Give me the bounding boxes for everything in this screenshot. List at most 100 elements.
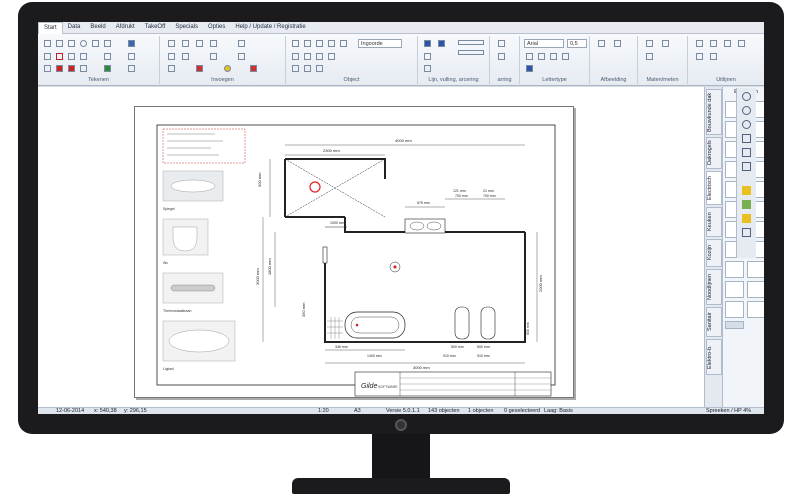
insert-mark-icon[interactable] — [196, 65, 203, 72]
line-icon[interactable] — [56, 40, 63, 47]
offset-icon[interactable] — [304, 65, 311, 72]
layer-icon[interactable] — [742, 186, 751, 195]
zoom-width-icon[interactable] — [742, 148, 751, 157]
font-size-select[interactable]: 0,5 — [567, 39, 587, 48]
align-right-icon[interactable] — [724, 40, 731, 47]
zoom-fit-icon[interactable] — [742, 120, 751, 129]
tab-data[interactable]: Data — [63, 22, 86, 34]
drawing-canvas[interactable]: Spiegel Wc Thermostaatkraan Ligbad 4000 … — [38, 87, 704, 407]
trim-icon[interactable] — [316, 65, 323, 72]
insert-picture-icon[interactable] — [238, 40, 245, 47]
polygon-icon[interactable] — [92, 40, 99, 47]
measure-icon[interactable] — [80, 65, 87, 72]
line-style-select[interactable]: Ingoorde — [358, 39, 402, 48]
symbol-x-icon[interactable] — [725, 281, 744, 298]
align-icon[interactable] — [316, 53, 323, 60]
arrow-end-icon[interactable] — [498, 53, 505, 60]
curve-icon[interactable] — [104, 40, 111, 47]
tab-specials[interactable]: Specials — [170, 22, 203, 34]
pointer-icon[interactable] — [44, 40, 51, 47]
transparency-icon[interactable] — [424, 65, 431, 72]
arc-icon[interactable] — [104, 53, 111, 60]
arrow-start-icon[interactable] — [498, 40, 505, 47]
align-bottom-icon[interactable] — [710, 53, 717, 60]
insert-label-icon[interactable] — [210, 53, 217, 60]
mirror-icon[interactable] — [304, 53, 311, 60]
drawing-sheet[interactable]: Spiegel Wc Thermostaatkraan Ligbad 4000 … — [134, 106, 574, 398]
insert-note-icon[interactable] — [168, 53, 175, 60]
insert-grid-icon[interactable] — [182, 53, 189, 60]
ortho-icon[interactable] — [742, 228, 751, 237]
delete-icon[interactable] — [250, 65, 257, 72]
insert-text-icon[interactable] — [168, 40, 175, 47]
tab-electrisch[interactable]: Electrisch — [706, 171, 722, 205]
rotate-icon[interactable] — [292, 53, 299, 60]
zoom-in-icon[interactable] — [742, 92, 751, 101]
align-top-icon[interactable] — [738, 40, 745, 47]
angle-icon[interactable] — [646, 53, 653, 60]
align-middle-icon[interactable] — [696, 53, 703, 60]
pan-icon[interactable] — [742, 162, 751, 171]
distribute-icon[interactable] — [328, 53, 335, 60]
smiley-icon[interactable] — [224, 65, 231, 72]
tab-sanitair[interactable]: Sanitair — [706, 307, 722, 337]
insert-table-icon[interactable] — [182, 40, 189, 47]
select-icon[interactable] — [44, 65, 51, 72]
tab-start[interactable]: Start — [38, 22, 63, 34]
hatch-pattern-icon[interactable] — [424, 53, 431, 60]
wall-icon[interactable] — [56, 53, 63, 60]
stairs-icon[interactable] — [128, 53, 135, 60]
snap-icon[interactable] — [742, 200, 751, 209]
grid-icon[interactable] — [742, 214, 751, 223]
plan-sink[interactable] — [404, 218, 446, 234]
window-icon[interactable] — [80, 53, 87, 60]
door-icon[interactable] — [68, 53, 75, 60]
image-icon[interactable] — [128, 65, 135, 72]
group-icon[interactable] — [292, 40, 299, 47]
tab-keuken[interactable]: Keuken — [706, 207, 722, 237]
plan-bathtub[interactable] — [344, 311, 406, 339]
tab-beeld[interactable]: Beeld — [85, 22, 110, 34]
tab-noodlijnen[interactable]: Noodlijnen — [706, 269, 722, 305]
zoom-page-icon[interactable] — [742, 134, 751, 143]
selected-light-marker[interactable] — [309, 181, 321, 193]
ungroup-icon[interactable] — [304, 40, 311, 47]
plan-wc-1[interactable] — [454, 306, 470, 340]
insert-frame-icon[interactable] — [168, 65, 175, 72]
symbol-arrow-icon[interactable] — [747, 281, 764, 298]
tab-afdrukt[interactable]: Afdrukt — [111, 22, 140, 34]
tab-dakrogels[interactable]: Dakrogels — [706, 137, 722, 169]
marker-icon[interactable] — [68, 65, 75, 72]
insert-arrow-icon[interactable] — [238, 53, 245, 60]
symbol-clock-icon[interactable] — [725, 301, 744, 318]
fill-color-icon[interactable] — [438, 40, 445, 47]
line-width-icon[interactable] — [458, 40, 484, 45]
image-crop-icon[interactable] — [598, 40, 605, 47]
bold-icon[interactable] — [526, 53, 533, 60]
scale-icon[interactable] — [292, 65, 299, 72]
insert-symbol-icon[interactable] — [196, 40, 203, 47]
symbol-panel-icon[interactable] — [747, 261, 764, 278]
circle-icon[interactable] — [80, 40, 87, 47]
copy-icon[interactable] — [316, 40, 323, 47]
text-align-icon[interactable] — [562, 53, 569, 60]
image-rotate-icon[interactable] — [614, 40, 621, 47]
zoom-out-icon[interactable] — [742, 106, 751, 115]
line-color-icon[interactable] — [424, 40, 431, 47]
paste-icon[interactable] — [328, 40, 335, 47]
tab-opties[interactable]: Opties — [203, 22, 230, 34]
symbol-meter-icon[interactable] — [725, 261, 744, 278]
symbol-phone-icon[interactable] — [747, 301, 764, 318]
cross-icon[interactable] — [56, 65, 63, 72]
align-center-icon[interactable] — [710, 40, 717, 47]
tab-elektro-b[interactable]: Elektro-b. — [706, 339, 722, 375]
tab-help[interactable]: Help / Update / Registratie — [230, 22, 310, 34]
italic-icon[interactable] — [538, 53, 545, 60]
tab-kozijn[interactable]: Kozijn — [706, 239, 722, 267]
rectangle-icon[interactable] — [68, 40, 75, 47]
area-icon[interactable] — [662, 40, 669, 47]
line-dash-icon[interactable] — [458, 50, 484, 55]
plan-wc-2[interactable] — [480, 306, 496, 340]
crop-icon[interactable] — [340, 40, 347, 47]
hatch-icon[interactable] — [104, 65, 111, 72]
